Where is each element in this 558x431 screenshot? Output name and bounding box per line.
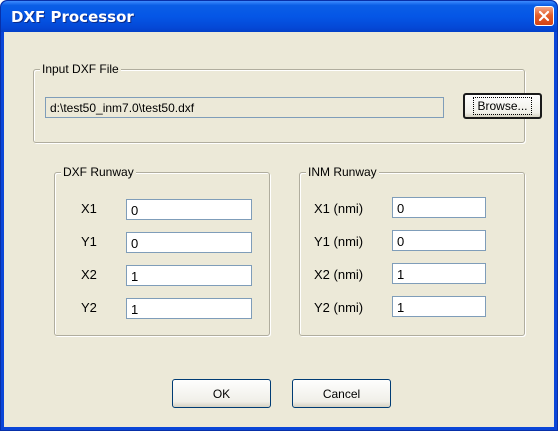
- window-title: DXF Processor: [11, 8, 134, 26]
- dialog-window: DXF Processor Input DXF File d:\test50_i…: [0, 0, 558, 431]
- title-bar[interactable]: DXF Processor: [1, 1, 557, 32]
- dxf-x1-input[interactable]: 0: [126, 199, 252, 220]
- inm-y2-input[interactable]: 1: [392, 296, 486, 317]
- dxf-y2-input[interactable]: 1: [126, 298, 252, 319]
- input-dxf-file-group: Input DXF File d:\test50_inm7.0\test50.d…: [33, 62, 542, 143]
- dxf-y2-label: Y2: [81, 300, 97, 315]
- dxf-runway-group: DXF Runway X1 0 Y1 0 X2 1 Y2 1: [54, 165, 270, 336]
- inm-x1-input[interactable]: 0: [392, 197, 486, 218]
- dxf-file-path-field[interactable]: d:\test50_inm7.0\test50.dxf: [45, 97, 444, 118]
- inm-x2-input[interactable]: 1: [392, 263, 486, 284]
- input-dxf-file-legend: Input DXF File: [40, 62, 121, 76]
- cancel-button-label: Cancel: [322, 386, 361, 401]
- inm-runway-group: INM Runway X1 (nmi) 0 Y1 (nmi) 0 X2 (nmi…: [299, 165, 525, 336]
- close-button[interactable]: [534, 6, 554, 26]
- dxf-y1-input[interactable]: 0: [126, 232, 252, 253]
- dialog-client-area: Input DXF File d:\test50_inm7.0\test50.d…: [4, 32, 554, 427]
- inm-x1-label: X1 (nmi): [314, 201, 364, 216]
- cancel-button[interactable]: Cancel: [292, 379, 391, 408]
- ok-button-label: OK: [212, 386, 231, 401]
- dxf-y1-label: Y1: [81, 234, 97, 249]
- browse-button[interactable]: Browse...: [463, 93, 542, 119]
- dxf-runway-legend: DXF Runway: [61, 165, 136, 179]
- dxf-x2-input[interactable]: 1: [126, 265, 252, 286]
- dxf-x2-label: X2: [81, 267, 97, 282]
- close-icon: [538, 10, 550, 22]
- ok-button[interactable]: OK: [172, 379, 271, 408]
- inm-runway-legend: INM Runway: [306, 165, 379, 179]
- inm-y1-label: Y1 (nmi): [314, 234, 364, 249]
- inm-y2-label: Y2 (nmi): [314, 300, 364, 315]
- inm-y1-input[interactable]: 0: [392, 230, 486, 251]
- dxf-x1-label: X1: [81, 201, 97, 216]
- inm-x2-label: X2 (nmi): [314, 267, 364, 282]
- browse-button-label: Browse...: [473, 97, 532, 115]
